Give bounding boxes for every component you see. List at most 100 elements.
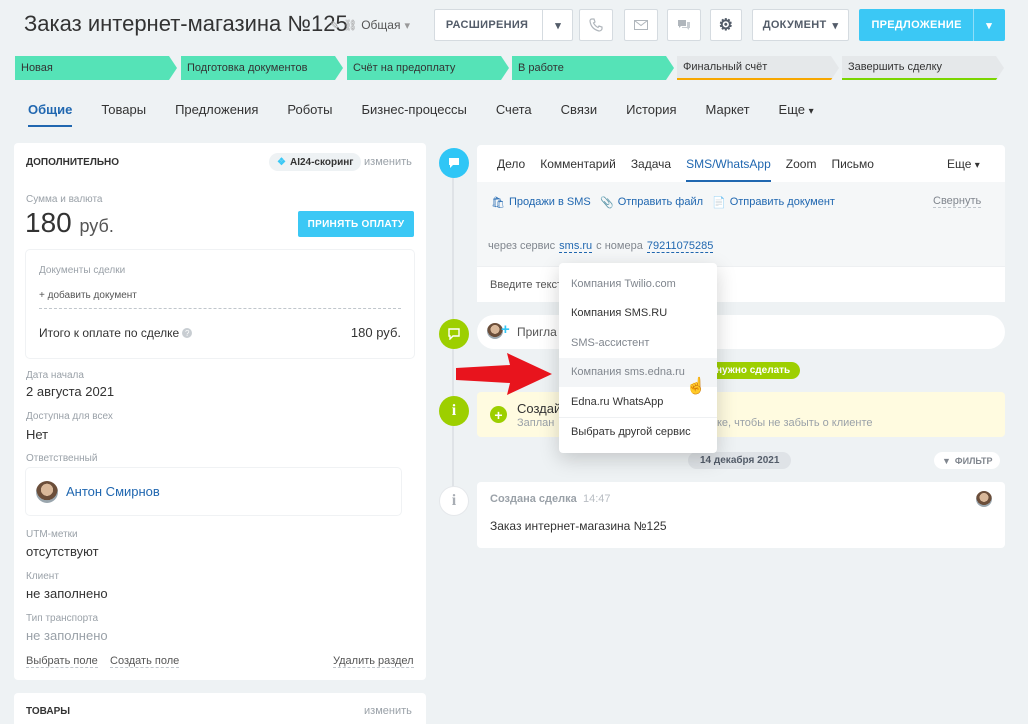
mail-icon (634, 20, 648, 30)
chevron-down-icon[interactable]: ▾ (404, 19, 410, 32)
help-icon[interactable]: ? (182, 328, 193, 338)
phone-select[interactable]: 79211075285 (646, 240, 714, 253)
stage-in-work[interactable]: В работе (512, 56, 674, 80)
add-document-link[interactable]: + добавить документ (39, 290, 137, 301)
add-icon[interactable]: + (490, 406, 507, 423)
amount-label: Сумма и валюта (26, 194, 103, 205)
tab-business-processes[interactable]: Бизнес-процессы (361, 102, 466, 127)
service-line: через сервис sms.ru с номера 79211075285 (488, 240, 714, 253)
document-icon: 📄 (712, 197, 726, 209)
start-date-value: 2 августа 2021 (26, 384, 115, 399)
delete-section-link[interactable]: Удалить раздел (333, 655, 414, 668)
tab-sms-whatsapp[interactable]: SMS/WhatsApp (686, 157, 771, 182)
avatar (36, 480, 58, 503)
responsible-field[interactable]: Антон Смирнов (26, 468, 401, 515)
tab-general[interactable]: Общие (28, 102, 73, 127)
hand-cursor-icon: ☝ (686, 378, 706, 395)
link-icon[interactable]: ⛓ (343, 19, 357, 32)
invite-row[interactable]: + Пригла (477, 315, 1005, 349)
tab-market[interactable]: Маркет (706, 102, 750, 127)
chat-icon (678, 20, 690, 30)
extensions-button[interactable]: РАСШИРЕНИЯ ▾ (434, 9, 573, 41)
responsible-name[interactable]: Антон Смирнов (66, 484, 160, 499)
docs-label: Документы сделки (39, 265, 126, 276)
page-title: Заказ интернет-магазина №125 (24, 11, 348, 36)
offer-button[interactable]: ПРЕДЛОЖЕНИЕ ▾ (859, 9, 1005, 41)
accept-payment-button[interactable]: ПРИНЯТЬ ОПЛАТУ (298, 211, 414, 237)
tab-more[interactable]: Еще ▾ (947, 157, 980, 171)
phone-icon (589, 18, 603, 32)
tab-invoices[interactable]: Счета (496, 102, 532, 127)
mail-button[interactable] (624, 9, 658, 41)
stage-docs[interactable]: Подготовка документов (181, 56, 343, 80)
date-pill: 14 декабря 2021 (688, 452, 792, 469)
paperclip-icon: 📎 (600, 197, 614, 209)
avatar (976, 491, 992, 507)
red-arrow-icon (456, 353, 552, 395)
tab-robots[interactable]: Роботы (287, 102, 332, 127)
create-field-link[interactable]: Создать поле (110, 655, 180, 668)
activity-editor: Дело Комментарий Задача SMS/WhatsApp Zoo… (477, 145, 1005, 302)
start-date-label: Дата начала (26, 370, 84, 381)
tab-more[interactable]: Еще ▾ (779, 102, 814, 127)
menu-item-sms-assistant[interactable]: SMS-ассистент (559, 328, 717, 358)
filter-button[interactable]: ▼ ФИЛЬТР (934, 452, 1001, 469)
available-label: Доступна для всех (26, 411, 113, 422)
tab-links[interactable]: Связи (561, 102, 597, 127)
chevron-down-icon: ▾ (832, 19, 839, 32)
edit-icon[interactable]: ✎ (330, 19, 339, 32)
menu-item-other-service[interactable]: Выбрать другой сервис (559, 416, 717, 447)
menu-item-twilio[interactable]: Компания Twilio.com (559, 269, 717, 299)
menu-item-sms-ru[interactable]: Компания SMS.RU (559, 299, 717, 329)
sms-sales-link[interactable]: 🛍 Продажи в SMS (491, 196, 591, 209)
tab-email[interactable]: Письмо (831, 157, 874, 182)
stage-new[interactable]: Новая (15, 56, 177, 80)
stage-complete[interactable]: Завершить сделку (842, 56, 1004, 80)
send-document-link[interactable]: 📄 Отправить документ (712, 196, 835, 209)
service-dropdown: Компания Twilio.com Компания SMS.RU SMS-… (559, 263, 717, 453)
tab-task-case[interactable]: Дело (497, 157, 525, 182)
stage-final-invoice[interactable]: Финальный счёт (677, 56, 839, 80)
sms-input[interactable]: Введите текст (477, 266, 1005, 302)
section-title: ДОПОЛНИТЕЛЬНО (26, 157, 120, 168)
utm-value: отсутствуют (26, 544, 99, 559)
activity-tabs: Дело Комментарий Задача SMS/WhatsApp Zoo… (497, 157, 874, 182)
stage-prepay[interactable]: Счёт на предоплату (347, 56, 509, 80)
category-select[interactable]: Общая (361, 18, 400, 32)
info-icon: i (439, 396, 469, 426)
tab-offers[interactable]: Предложения (175, 102, 258, 127)
service-select[interactable]: sms.ru (559, 240, 593, 253)
bag-icon: 🛍 (491, 197, 505, 209)
title-tools: ✎ ⛓ Общая ▾ (330, 18, 410, 32)
goods-title: ТОВАРЫ (26, 706, 71, 717)
chevron-down-icon: ▾ (974, 160, 980, 171)
phone-button[interactable] (579, 9, 613, 41)
transport-label: Тип транспорта (26, 613, 99, 624)
deal-documents-box: Документы сделки + добавить документ Ито… (26, 250, 414, 358)
goods-change-link[interactable]: изменить (364, 705, 412, 717)
document-button[interactable]: ДОКУМЕНТ ▾ (752, 9, 849, 41)
settings-button[interactable]: ⚙ (710, 9, 742, 41)
plus-icon: + (501, 321, 510, 338)
ai-scoring-badge[interactable]: ❖ AI24-скоринг (269, 153, 362, 171)
collapse-link[interactable]: Свернуть (933, 195, 982, 208)
client-label: Клиент (26, 571, 59, 582)
select-field-link[interactable]: Выбрать поле (26, 655, 98, 668)
send-file-link[interactable]: 📎 Отправить файл (600, 196, 703, 209)
tab-task[interactable]: Задача (631, 157, 671, 182)
divider (39, 308, 401, 309)
tab-goods[interactable]: Товары (101, 102, 146, 127)
responsible-label: Ответственный (26, 453, 98, 464)
utm-label: UTM-метки (26, 529, 78, 540)
timeline-chat-icon (439, 148, 469, 178)
ai-icon: ❖ (277, 156, 286, 168)
total-label: Итого к оплате по сделке ? (39, 326, 193, 340)
change-link[interactable]: изменить (364, 156, 412, 168)
deal-created-card: Создана сделка 14:47 Заказ интернет-мага… (477, 482, 1005, 548)
amount-value: 180 руб. (25, 207, 114, 238)
tab-zoom[interactable]: Zoom (786, 157, 817, 182)
available-value: Нет (26, 427, 49, 442)
tab-history[interactable]: История (626, 102, 676, 127)
chat-button[interactable] (667, 9, 701, 41)
tab-comment[interactable]: Комментарий (540, 157, 616, 182)
